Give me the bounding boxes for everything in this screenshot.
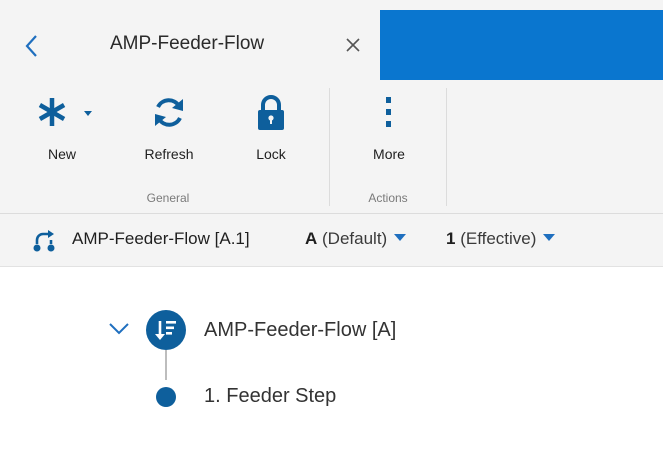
- lock-label: Lock: [256, 146, 286, 162]
- step-node-icon: [156, 387, 176, 407]
- flow-icon: [32, 230, 56, 252]
- more-button[interactable]: More: [354, 94, 424, 164]
- caret-down-icon: [543, 234, 556, 241]
- sequence-note: (Effective): [460, 229, 537, 248]
- context-bar: AMP-Feeder-Flow [A.1] A (Default) 1 (Eff…: [0, 214, 663, 266]
- sequence-list-icon: [146, 310, 186, 350]
- revision-note: (Default): [322, 229, 388, 248]
- flow-tree: AMP-Feeder-Flow [A] 1. Feeder Step: [0, 267, 663, 475]
- app-window: AMP-Feeder-Flow New Refresh Lock General…: [0, 0, 663, 475]
- sequence-dropdown[interactable]: 1 (Effective): [446, 229, 556, 249]
- chevron-down-icon[interactable]: [108, 322, 130, 336]
- group-divider-end: [446, 88, 447, 206]
- refresh-button[interactable]: Refresh: [134, 94, 204, 164]
- sequence-value: 1: [446, 229, 456, 248]
- header-accent-area: [380, 10, 663, 80]
- ribbon-toolbar: New Refresh Lock General More Actions: [0, 80, 663, 213]
- caret-down-icon: [394, 234, 407, 241]
- tab-title: AMP-Feeder-Flow: [110, 33, 265, 54]
- tree-step-label[interactable]: 1. Feeder Step: [204, 385, 336, 408]
- asterisk-dropdown-icon: [30, 94, 102, 134]
- tree-connector: [165, 350, 167, 380]
- context-item-name: AMP-Feeder-Flow [A.1]: [72, 229, 250, 248]
- group-divider: [329, 88, 330, 206]
- revision-dropdown[interactable]: A (Default): [305, 229, 407, 249]
- new-button[interactable]: New: [30, 94, 102, 164]
- group-label-general: General: [146, 191, 190, 205]
- refresh-label: Refresh: [144, 146, 194, 162]
- title-bar: AMP-Feeder-Flow: [0, 0, 663, 80]
- group-label-actions: Actions: [368, 191, 408, 205]
- close-icon[interactable]: [344, 36, 362, 54]
- lock-icon: [236, 94, 306, 134]
- revision-value: A: [305, 229, 318, 248]
- more-label: More: [373, 146, 405, 162]
- new-label: New: [47, 146, 76, 162]
- refresh-icon: [134, 94, 204, 134]
- chevron-left-icon[interactable]: [22, 31, 44, 61]
- vertical-ellipsis-icon: [354, 94, 424, 134]
- tree-root-label[interactable]: AMP-Feeder-Flow [A]: [204, 319, 396, 342]
- lock-button[interactable]: Lock: [236, 94, 306, 164]
